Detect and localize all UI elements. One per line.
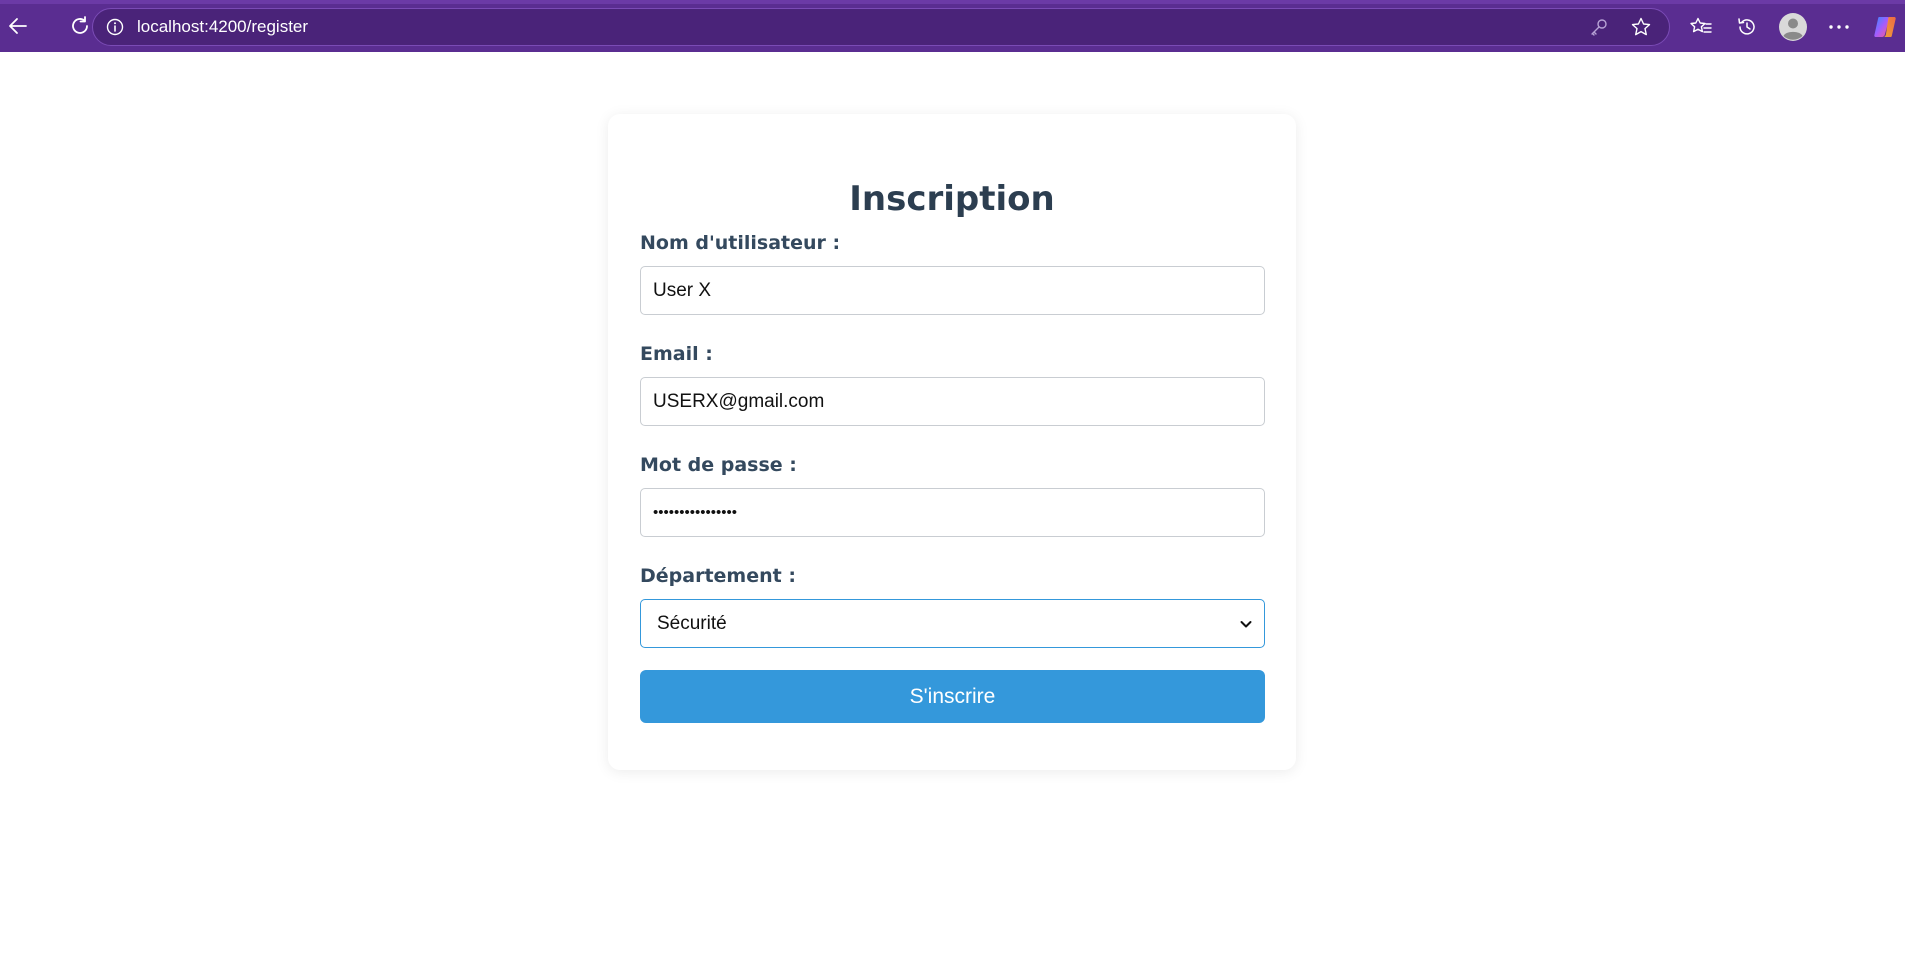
register-button[interactable]: S'inscrire: [640, 670, 1265, 723]
back-arrow-icon: [9, 18, 27, 34]
department-select[interactable]: Sécurité: [640, 599, 1265, 648]
username-field[interactable]: [640, 266, 1265, 315]
browser-toolbar: localhost:4200/register: [0, 0, 1905, 52]
username-group: Nom d'utilisateur :: [640, 230, 1265, 315]
page-title: Inscription: [849, 179, 1055, 219]
password-group: Mot de passe :: [640, 452, 1265, 537]
reload-icon: [72, 16, 88, 34]
chevron-down-icon: [1238, 616, 1254, 632]
favorites-icon[interactable]: [1680, 8, 1722, 46]
department-selected-value: Sécurité: [657, 612, 727, 634]
star-icon[interactable]: [1625, 11, 1657, 43]
address-bar[interactable]: localhost:4200/register: [92, 8, 1670, 46]
key-icon[interactable]: [1583, 11, 1615, 43]
profile-icon[interactable]: [1772, 8, 1814, 46]
department-label: Département :: [640, 565, 796, 587]
email-field[interactable]: [640, 377, 1265, 426]
username-label: Nom d'utilisateur :: [640, 232, 841, 254]
email-label: Email :: [640, 343, 713, 365]
password-label: Mot de passe :: [640, 454, 797, 476]
info-icon[interactable]: [103, 15, 127, 39]
copilot-icon[interactable]: [1864, 8, 1905, 46]
back-button[interactable]: [0, 8, 36, 44]
department-group: Département : Sécurité: [640, 563, 1265, 648]
email-group: Email :: [640, 341, 1265, 426]
page-content: Inscription Nom d'utilisateur : Email : …: [0, 52, 1905, 974]
tab-strip-edge: [0, 0, 1905, 4]
more-icon[interactable]: [1818, 8, 1860, 46]
history-icon[interactable]: [1726, 8, 1768, 46]
register-card: Inscription Nom d'utilisateur : Email : …: [608, 114, 1296, 770]
url-text[interactable]: localhost:4200/register: [137, 17, 308, 37]
password-field[interactable]: [640, 488, 1265, 537]
